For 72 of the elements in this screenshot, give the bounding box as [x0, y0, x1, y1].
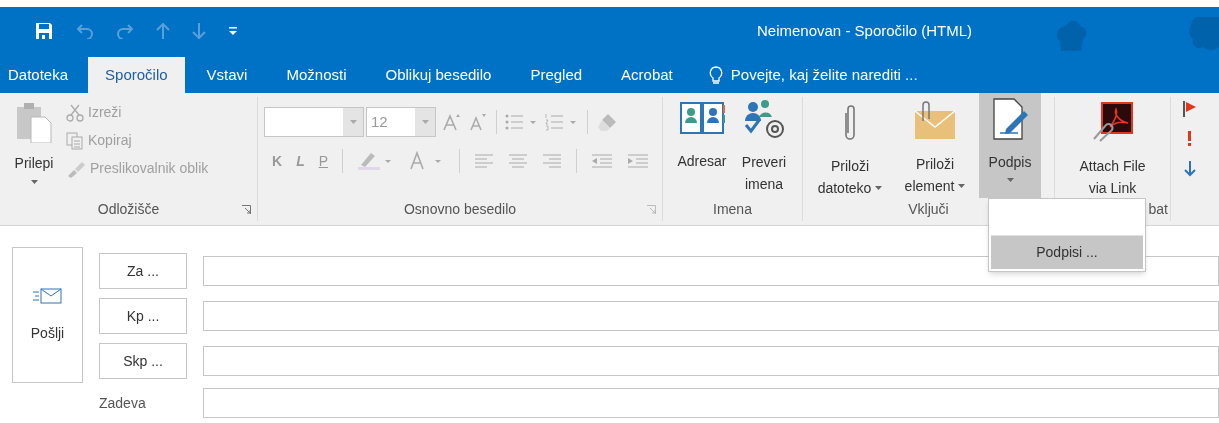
- grow-font-icon[interactable]: [442, 112, 462, 132]
- ribbon-tab[interactable]: Vstavi: [189, 57, 265, 93]
- down-arrow-icon[interactable]: [1183, 161, 1197, 177]
- scissors-icon: [66, 103, 84, 122]
- eraser-icon[interactable]: [596, 112, 618, 132]
- window-title: Neimenovan - Sporočilo (HTML): [757, 21, 973, 41]
- address-book-icon: [679, 99, 725, 137]
- caret-icon: [349, 120, 357, 124]
- signature-button[interactable]: Podpis: [979, 93, 1041, 198]
- group-label: bat: [1148, 200, 1168, 219]
- up-arrow-icon[interactable]: [156, 23, 170, 39]
- tell-me-field[interactable]: Povejte, kaj želite narediti ...: [708, 57, 918, 93]
- attach-via-link-button[interactable]: Attach File via Link: [1079, 97, 1146, 198]
- group-label: Imena: [713, 199, 752, 219]
- dialog-launcher-icon[interactable]: [242, 204, 251, 214]
- ribbon-tab[interactable]: Oblikuj besedilo: [368, 57, 509, 93]
- italic-button[interactable]: L: [296, 150, 305, 172]
- ribbon-tab[interactable]: Možnosti: [269, 57, 364, 93]
- undo-icon[interactable]: [76, 23, 94, 39]
- attach-item-button[interactable]: Priloži element: [893, 97, 977, 198]
- flag-icon[interactable]: [1183, 101, 1197, 117]
- save-icon[interactable]: [34, 21, 54, 41]
- increase-indent-icon[interactable]: [627, 154, 650, 168]
- caret-icon: [1006, 178, 1014, 182]
- send-button[interactable]: Pošlji: [12, 247, 83, 383]
- group-label: Vključi: [908, 200, 949, 219]
- document-pen-icon: [990, 97, 1030, 141]
- align-right-icon[interactable]: [542, 154, 563, 168]
- bullet-list-icon[interactable]: [505, 113, 539, 131]
- check-names-button[interactable]: Preveri imena: [735, 99, 793, 197]
- ribbon-tab[interactable]: Acrobat: [604, 57, 690, 93]
- paste-button[interactable]: Prilepi: [8, 101, 60, 197]
- brush-icon: [66, 159, 86, 178]
- tell-me-text: Povejte, kaj želite narediti ...: [730, 64, 918, 85]
- font-name-field[interactable]: [264, 107, 364, 137]
- group-label: Osnovno besedilo: [403, 199, 517, 219]
- clipboard-icon: [15, 101, 53, 143]
- subject-field[interactable]: [203, 388, 1219, 418]
- group-label: Odložišče: [97, 199, 160, 219]
- envelope-icon: [32, 286, 63, 305]
- redo-icon[interactable]: [116, 23, 134, 39]
- ribbon-tab[interactable]: Pregled: [513, 57, 600, 93]
- pdf-attach-icon: [1090, 101, 1135, 143]
- customize-icon[interactable]: [228, 26, 238, 36]
- caret-icon: [30, 180, 38, 184]
- decrease-indent-icon[interactable]: [591, 154, 614, 168]
- numbered-list-icon[interactable]: [545, 113, 579, 131]
- underline-button[interactable]: P: [318, 150, 329, 172]
- ribbon-tab[interactable]: Sporočilo: [88, 57, 185, 93]
- dialog-launcher-icon[interactable]: [647, 204, 656, 214]
- align-left-icon[interactable]: [474, 154, 495, 168]
- attach-file-button[interactable]: Priloži datoteko: [809, 97, 891, 198]
- caret-icon: [875, 186, 883, 190]
- recipient-button[interactable]: Kp ...: [99, 298, 187, 334]
- recipient-button[interactable]: Skp ...: [99, 343, 187, 379]
- address-book-button[interactable]: Adresar: [671, 99, 733, 197]
- copy-icon: [66, 131, 84, 150]
- recipient-field[interactable]: [203, 301, 1219, 331]
- ribbon-tab[interactable]: Datoteka: [0, 57, 77, 93]
- down-arrow-icon[interactable]: [192, 23, 206, 39]
- lightbulb-icon: [708, 66, 723, 84]
- recipient-field[interactable]: [203, 346, 1219, 376]
- paperclip-icon: [842, 103, 858, 143]
- shrink-font-icon[interactable]: [468, 112, 488, 132]
- subject-label: Zadeva: [99, 393, 147, 413]
- align-center-icon[interactable]: [508, 154, 529, 168]
- caret-icon: [958, 184, 966, 188]
- font-size-field[interactable]: 12: [366, 107, 436, 137]
- bold-button[interactable]: K: [272, 150, 283, 172]
- recipient-button[interactable]: Za ...: [99, 253, 187, 289]
- menu-item[interactable]: Podpisi ...: [991, 235, 1143, 269]
- caret-icon: [421, 120, 429, 124]
